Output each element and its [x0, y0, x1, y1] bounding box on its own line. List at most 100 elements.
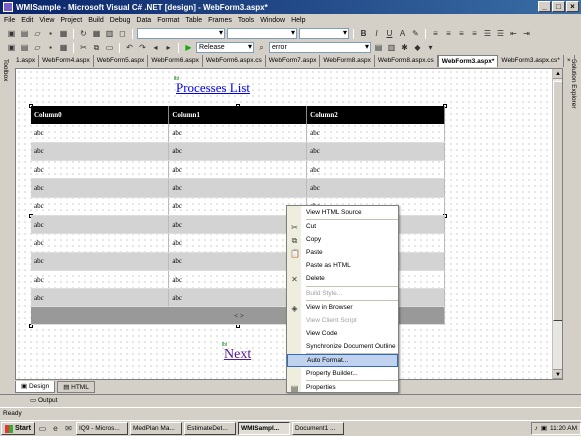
properties-icon[interactable]: ▥ — [386, 43, 397, 53]
menu-item-paste[interactable]: 📋 Paste — [287, 246, 398, 259]
justify-icon[interactable]: ≡ — [469, 29, 480, 39]
save-all-icon[interactable]: ▦ — [58, 43, 69, 53]
font-size-combo[interactable] — [299, 28, 349, 39]
table-row[interactable]: abcabcabc — [31, 178, 445, 198]
align-left-icon[interactable]: ≡ — [430, 29, 441, 39]
table-row[interactable]: abcabcabc — [31, 124, 445, 143]
toolbar-options-icon[interactable]: ▾ — [425, 43, 436, 53]
toolbox-icon[interactable]: ✱ — [399, 43, 410, 53]
find-combo[interactable]: error — [269, 42, 371, 53]
menu-item-view-in-browser[interactable]: ◈ View in Browser — [287, 301, 398, 314]
class-view-icon[interactable]: ◆ — [412, 43, 423, 53]
start-button[interactable]: Start — [1, 422, 35, 435]
menu-item-property-builder[interactable]: Property Builder... — [287, 367, 398, 380]
close-button[interactable]: × — [566, 1, 579, 12]
toolbox-strip[interactable]: Toolbox — [0, 55, 13, 390]
menu-item-copy[interactable]: ⧉ Copy — [287, 233, 398, 246]
solution-explorer-strip[interactable]: Solution Explorer — [568, 55, 581, 390]
bold-icon[interactable]: B — [358, 29, 369, 39]
nav-back-icon[interactable]: ◂ — [150, 43, 161, 53]
undo-icon[interactable]: ↶ — [124, 43, 135, 53]
add-item-icon[interactable]: ▤ — [19, 29, 30, 39]
menu-item-view-code[interactable]: View Code — [287, 327, 398, 340]
indent-icon[interactable]: ⇥ — [521, 29, 532, 39]
save-all-icon[interactable]: ▦ — [58, 29, 69, 39]
save-icon[interactable]: ▪ — [45, 29, 56, 39]
tab-webform6-aspx-cs[interactable]: WebForm6.aspx.cs — [203, 55, 266, 67]
tab-1-aspx[interactable]: 1.aspx — [13, 55, 40, 67]
menu-item-delete[interactable]: ✕ Delete — [287, 272, 398, 285]
solution-explorer-icon[interactable]: ▤ — [373, 43, 384, 53]
taskbar-task-iq9-micros[interactable]: IQ9 - Micros... — [75, 422, 128, 435]
align-center-icon[interactable]: ≡ — [443, 29, 454, 39]
add-new-item-icon[interactable]: ▤ — [19, 43, 30, 53]
menu-data[interactable]: Data — [136, 17, 151, 24]
tray-volume-icon[interactable]: ♪ — [535, 423, 538, 434]
open-file-icon[interactable]: ▱ — [32, 43, 43, 53]
menu-item-synchronize-document-outline[interactable]: Synchronize Document Outline — [287, 340, 398, 353]
redo-icon[interactable]: ↷ — [137, 43, 148, 53]
save-icon[interactable]: ▪ — [45, 43, 56, 53]
tab-html[interactable]: ▤ HTML — [57, 381, 95, 393]
menu-item-properties[interactable]: ▤ Properties — [287, 381, 398, 394]
menu-item-auto-format[interactable]: Auto Format... — [287, 354, 398, 368]
font-color-icon[interactable]: A — [397, 29, 408, 39]
cut-icon[interactable]: ✂ — [78, 43, 89, 53]
tab-webform7-aspx[interactable]: WebForm7.aspx — [266, 55, 321, 67]
scroll-up-icon[interactable]: ▲ — [553, 69, 562, 79]
show-details-icon[interactable]: ◻ — [117, 29, 128, 39]
tab-webform3-aspx-cs[interactable]: WebForm3.aspx.cs* — [498, 55, 564, 67]
solution-config-combo[interactable]: Release — [196, 42, 254, 53]
align-right-icon[interactable]: ≡ — [456, 29, 467, 39]
menu-item-cut[interactable]: ✂ Cut — [287, 220, 398, 233]
vertical-scrollbar[interactable]: ▲ ▼ — [552, 69, 562, 379]
menu-frames[interactable]: Frames — [208, 17, 232, 24]
menu-item-paste-as-html[interactable]: Paste as HTML — [287, 259, 398, 272]
tab-webform4-aspx[interactable]: WebForm4.aspx — [39, 55, 94, 67]
menu-build[interactable]: Build — [88, 17, 104, 24]
scroll-thumb[interactable] — [553, 81, 562, 321]
menu-view[interactable]: View — [39, 17, 54, 24]
taskbar-task-document1[interactable]: Document1 ... — [291, 422, 344, 435]
paste-icon[interactable]: ▭ — [104, 43, 115, 53]
tab-webform5-aspx[interactable]: WebForm5.aspx — [94, 55, 149, 67]
nav-forward-icon[interactable]: ▸ — [163, 43, 174, 53]
menu-tools[interactable]: Tools — [238, 17, 254, 24]
new-project-icon[interactable]: ▣ — [6, 29, 17, 39]
menu-item-view-html-source[interactable]: View HTML Source — [287, 206, 398, 219]
block-format-combo[interactable] — [137, 28, 225, 39]
tab-webform6-aspx[interactable]: WebForm6.aspx — [148, 55, 203, 67]
bulleted-list-icon[interactable]: ☰ — [495, 29, 506, 39]
numbered-list-icon[interactable]: ☰ — [482, 29, 493, 39]
table-icon[interactable]: ▥ — [104, 29, 115, 39]
menu-project[interactable]: Project — [60, 17, 82, 24]
menu-window[interactable]: Window — [260, 17, 285, 24]
tab-webform8-aspx-cs[interactable]: WebForm8.aspx.cs — [375, 55, 438, 67]
quicklaunch-outlook-icon[interactable]: ✉ — [63, 424, 74, 434]
taskbar-task-wmisampl[interactable]: WMISampl... — [237, 422, 290, 435]
italic-icon[interactable]: I — [371, 29, 382, 39]
tab-webform8-aspx[interactable]: WebForm8.aspx — [320, 55, 375, 67]
taskbar-task-estimatedet[interactable]: EstimateDet... — [183, 422, 236, 435]
next-link[interactable]: Next — [224, 347, 251, 363]
tab-design[interactable]: ▣ Design — [15, 381, 56, 393]
start-debug-icon[interactable]: ▶ — [183, 43, 194, 53]
grid-icon[interactable]: ▦ — [91, 29, 102, 39]
quicklaunch-desktop-icon[interactable]: ▭ — [37, 424, 48, 434]
menu-help[interactable]: Help — [291, 17, 305, 24]
output-panel-tab[interactable]: ▭ Output — [0, 394, 581, 406]
page-title-link[interactable]: Processes List — [176, 80, 250, 96]
open-icon[interactable]: ▱ — [32, 29, 43, 39]
new-project-icon[interactable]: ▣ — [6, 43, 17, 53]
menu-debug[interactable]: Debug — [110, 17, 131, 24]
scroll-down-icon[interactable]: ▼ — [553, 369, 562, 379]
menu-file[interactable]: File — [4, 17, 15, 24]
font-name-combo[interactable] — [227, 28, 297, 39]
copy-icon[interactable]: ⧉ — [91, 43, 102, 53]
menu-edit[interactable]: Edit — [21, 17, 33, 24]
tab-webform3-aspx[interactable]: WebForm3.aspx* — [437, 55, 499, 67]
highlight-icon[interactable]: ✎ — [410, 29, 421, 39]
underline-icon[interactable]: U — [384, 29, 395, 39]
format-icon[interactable]: ↻ — [78, 29, 89, 39]
quicklaunch-ie-icon[interactable]: e — [50, 424, 61, 434]
